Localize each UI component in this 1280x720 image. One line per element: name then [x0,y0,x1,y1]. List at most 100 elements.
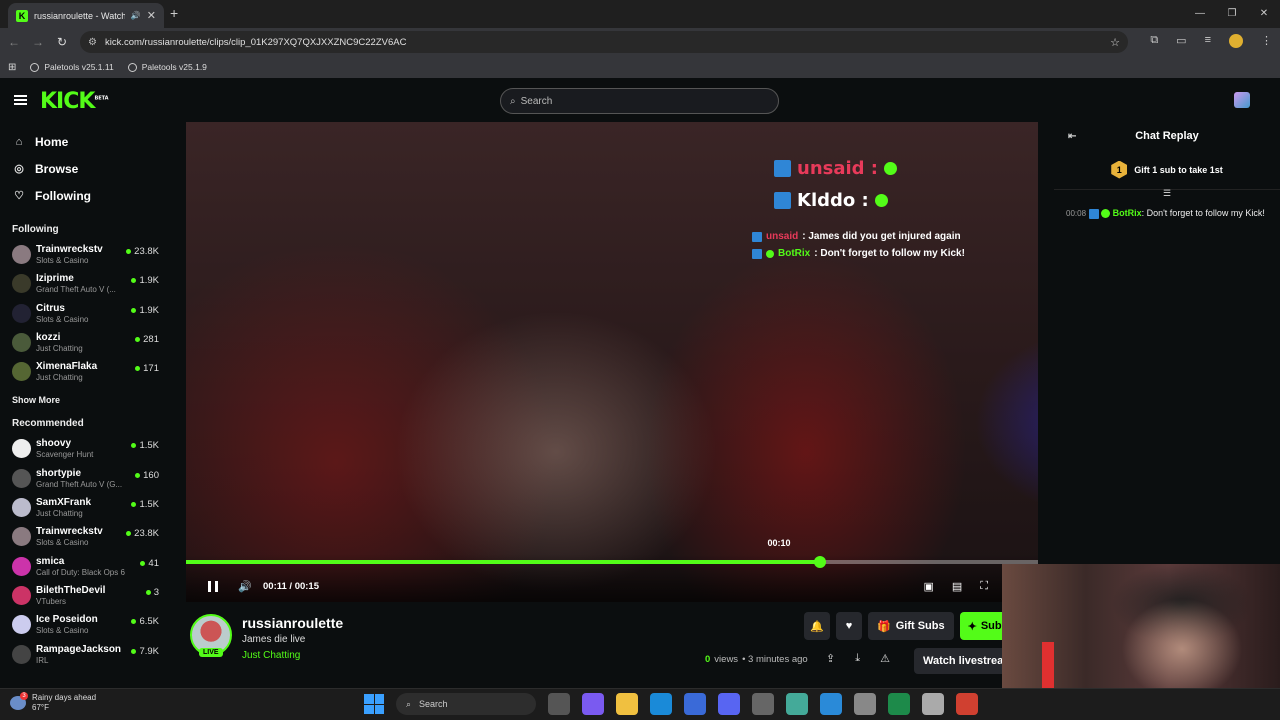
time-separator: / [289,580,293,592]
download-icon[interactable]: ⤓ [855,652,860,665]
copilot-icon[interactable] [582,693,604,715]
pause-icon[interactable] [208,580,218,592]
search-input[interactable]: ⌕ Search [500,88,779,114]
sidebar-channel-item[interactable]: smica Call of Duty: Black Ops 6 41 [0,553,170,582]
task-view-icon[interactable] [548,693,570,715]
minimize-icon[interactable]: — [1184,0,1216,28]
report-icon[interactable]: ⚠ [880,652,890,665]
chrome-icon[interactable] [786,693,808,715]
video-player[interactable]: unsaid : Klddo : unsaid : James did you … [186,122,1038,602]
kick-logo[interactable]: KICKBETA [40,89,109,114]
channel-avatar [12,362,31,382]
sidebar-channel-item[interactable]: RampageJackson IRL 7.9K [0,641,170,670]
forward-icon[interactable]: → [26,35,50,49]
channel-name[interactable]: russianroulette [242,615,343,631]
url-field[interactable]: ⚙ kick.com/russianroulette/clips/clip_01… [80,31,1128,53]
rank-badge: 1 [1111,160,1128,179]
sidebar-channel-item[interactable]: Citrus Slots & Casino 1.9K [0,300,170,329]
back-icon[interactable]: ← [2,35,26,49]
profile-avatar-icon[interactable] [1229,34,1243,48]
sidebar-channel-item[interactable]: Ice Poseidon Slots & Casino 6.5K [0,611,170,640]
kick-badge-icon [1088,208,1099,219]
gift-subs-button[interactable]: 🎁 Gift Subs [868,612,954,640]
site-info-icon[interactable]: ⚙ [88,37,97,48]
extensions-icon[interactable]: ⧉ [1150,34,1158,48]
message-user[interactable]: BotRix [1113,208,1142,218]
media-icon[interactable]: ≡ [1205,34,1211,48]
overlay-alert-text: Klddo : [797,190,869,211]
app-icon-2[interactable] [922,693,944,715]
discord-icon[interactable] [718,693,740,715]
close-tab-icon[interactable]: ✕ [147,9,156,22]
channel-category: Just Chatting [36,343,83,353]
app-icon[interactable] [752,693,774,715]
kick-badge-icon [752,231,762,242]
address-bar-row: ← → ↻ ⚙ kick.com/russianroulette/clips/c… [0,28,1280,56]
excel-icon[interactable] [888,693,910,715]
chrome-active-icon[interactable] [820,693,842,715]
sidebar-channel-item[interactable]: shortypie Grand Theft Auto V (G... 160 [0,465,170,494]
close-window-icon[interactable]: ✕ [1248,0,1280,28]
reload-icon[interactable]: ↻ [50,35,74,49]
recommended-list: shoovy Scavenger Hunt 1.5K shortypie Grand T… [0,435,170,669]
apps-grid-icon[interactable]: ⊞ [8,62,16,73]
fullscreen-icon[interactable]: ⛶ [980,580,988,593]
bookmark-star-icon[interactable]: ☆ [1110,36,1120,49]
sidebar-item-home[interactable]: ⌂ Home [0,128,170,155]
sidebar-channel-item[interactable]: BilethTheDevil VTubers 3 [0,582,170,611]
new-tab-icon[interactable]: + [170,5,178,21]
sidebar-channel-item[interactable]: Trainwreckstv Slots & Casino 23.8K [0,523,170,552]
sidebar-channel-item[interactable]: kozzi Just Chatting 281 [0,329,170,358]
taskbar-search[interactable]: ⌕ Search [396,693,536,715]
sidebar-item-browse[interactable]: ◎ Browse [0,155,170,182]
seek-handle[interactable] [813,556,826,568]
file-explorer-icon[interactable] [616,693,638,715]
seek-bar[interactable]: 00:10 [186,538,1038,568]
live-dot-icon [131,307,137,313]
gift-icon: 🎁 [877,620,891,633]
follow-heart-button[interactable]: ♥ [836,612,862,640]
store-icon[interactable] [684,693,706,715]
tab-title: russianroulette - Watch clip [34,10,125,21]
settings-icon[interactable] [854,693,876,715]
taskbar-search-label: Search [419,699,448,709]
share-icon[interactable]: ⇪ [826,652,835,665]
sidebar-channel-item[interactable]: XimenaFlaka Just Chatting 171 [0,358,170,387]
cast-icon[interactable]: ▭ [1176,34,1186,48]
edge-icon[interactable] [650,693,672,715]
weather-widget[interactable]: 3 Rainy days ahead 67°F [10,692,96,713]
channel-info: LIVE russianroulette James die live Just… [170,602,1010,688]
sidebar-channel-item[interactable]: SamXFrank Just Chatting 1.5K [0,494,170,523]
channel-category: Grand Theft Auto V (... [36,285,116,295]
show-more-button[interactable]: Show More [0,387,170,413]
cloud-rain-icon: 3 [10,692,28,710]
bookmark-paletools-1[interactable]: Paletools v25.1.11 [30,62,114,72]
speaker-icon[interactable]: 🔊 [131,11,141,20]
pip-icon[interactable]: ▣ [923,580,933,593]
sidebar-channel-item[interactable]: shoovy Scavenger Hunt 1.5K [0,435,170,464]
category-link[interactable]: Just Chatting [242,650,300,661]
theater-mode-icon[interactable]: ▤ [952,580,962,593]
sidebar-item-following[interactable]: ♡ Following [0,182,170,209]
browser-tab[interactable]: K russianroulette - Watch clip 🔊 ✕ [8,3,164,28]
sidebar-channel-item[interactable]: Iziprime Grand Theft Auto V (... 1.9K [0,270,170,299]
restore-icon[interactable]: ❐ [1216,0,1248,28]
user-avatar[interactable] [1234,92,1250,108]
notification-bell-button[interactable]: 🔔 [804,612,830,640]
windows-start-icon[interactable] [364,694,384,714]
control-row: 🔊 00:11 / 00:15 ▣ ▤ ⛶ [186,576,1038,596]
hamburger-menu-icon[interactable] [14,95,27,105]
volume-icon[interactable]: 🔊 [238,580,252,593]
expand-icon[interactable]: ☰ [1054,189,1280,200]
pinned-gift-leaderboard[interactable]: 1 Gift 1 sub to take 1st [1054,150,1280,190]
bookmark-paletools-2[interactable]: Paletools v25.1.9 [127,62,207,72]
viewer-count-value: 1.5K [139,499,159,511]
sidebar-channel-item[interactable]: Trainwreckstv Slots & Casino 23.8K [0,241,170,270]
taskbar-apps: ⌕ Search [364,693,978,715]
collapse-chat-icon[interactable]: ⇤ [1068,131,1076,142]
game-icon[interactable] [956,693,978,715]
menu-dots-icon[interactable]: ⋮ [1261,34,1272,48]
bell-icon: 🔔 [810,620,824,633]
viewer-count-value: 160 [143,469,159,481]
watch-livestream-button[interactable]: Watch livestream [914,648,1010,674]
